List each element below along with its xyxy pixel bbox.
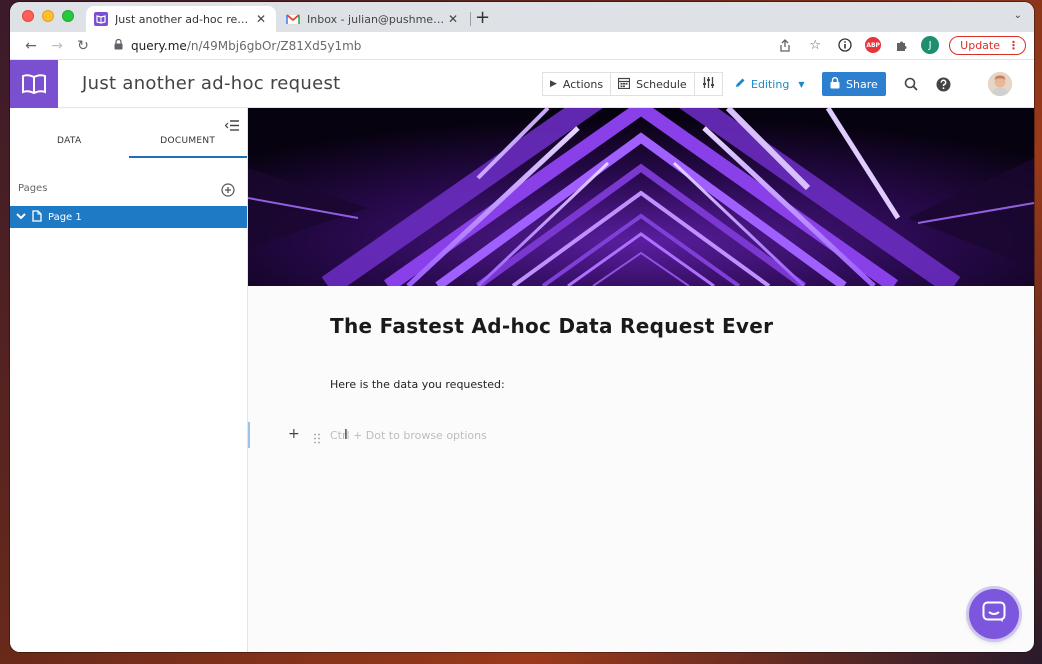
toolbar-group: ▶ Actions Schedule: [542, 72, 723, 96]
document-heading[interactable]: The Fastest Ad-hoc Data Request Ever: [330, 314, 773, 338]
drag-handle-icon[interactable]: [314, 429, 320, 448]
tab-divider: [470, 12, 471, 26]
chat-launcher-button[interactable]: [969, 589, 1019, 639]
app-header: Just another ad-hoc request ▶ Actions Sc…: [10, 60, 1034, 108]
share-page-icon[interactable]: [775, 35, 795, 55]
schedule-button[interactable]: Schedule: [611, 72, 695, 96]
tab-document[interactable]: DOCUMENT: [128, 128, 247, 158]
minimize-window-button[interactable]: [42, 10, 54, 22]
page-icon: [32, 209, 42, 225]
tab-title: Just another ad-hoc request |: [115, 12, 254, 26]
lock-icon: [830, 76, 840, 92]
cover-image: [248, 108, 1034, 286]
maximize-window-button[interactable]: [62, 10, 74, 22]
tab-title: Inbox - julian@pushmetrics.io -: [307, 12, 446, 26]
browser-window: Just another ad-hoc request | ✕ Inbox - …: [10, 2, 1034, 652]
chevron-down-icon[interactable]: ⌄: [1014, 10, 1022, 21]
tab-strip: Just another ad-hoc request | ✕ Inbox - …: [10, 2, 1034, 32]
update-button[interactable]: Update ⋮: [949, 35, 1026, 55]
settings-sliders-button[interactable]: [694, 72, 723, 96]
browser-tab-active[interactable]: Just another ad-hoc request | ✕: [86, 6, 276, 32]
url-path: /n/49Mbj6gbOr/Z81Xd5y1mb: [186, 38, 362, 53]
book-icon: [94, 12, 108, 26]
update-label: Update: [960, 38, 1000, 52]
search-icon[interactable]: [902, 75, 920, 93]
chevron-down-icon[interactable]: [16, 212, 26, 223]
page-label: Page 1: [48, 211, 82, 223]
address-bar: ← → ↻ query.me/n/49Mbj6gbOr/Z81Xd5y1mb ☆…: [10, 32, 1034, 60]
browser-tab-inbox[interactable]: Inbox - julian@pushmetrics.io - ✕: [278, 6, 468, 32]
editing-mode-dropdown[interactable]: Editing ▼: [735, 77, 804, 91]
adblock-icon[interactable]: ABP: [865, 37, 882, 53]
gmail-icon: [286, 12, 300, 26]
new-tab-icon[interactable]: +: [475, 7, 490, 28]
sidebar-item-page-1[interactable]: Page 1: [10, 206, 247, 228]
extensions-puzzle-icon[interactable]: [891, 35, 911, 55]
lock-icon: [114, 38, 123, 53]
editing-label: Editing: [751, 77, 790, 91]
empty-block-row: + Ctrl + Dot to browse options I: [248, 422, 1034, 448]
text-cursor-icon: I: [344, 428, 348, 443]
close-window-button[interactable]: [22, 10, 34, 22]
close-tab-icon[interactable]: ✕: [254, 12, 268, 26]
back-arrow-icon[interactable]: ←: [20, 38, 42, 54]
block-focus-marker: [248, 422, 250, 448]
document-paragraph[interactable]: Here is the data you requested:: [330, 378, 505, 391]
sidebar-tabs: DATA DOCUMENT: [10, 128, 247, 158]
sliders-icon: [702, 76, 715, 92]
play-icon: ▶: [550, 79, 557, 89]
document-title[interactable]: Just another ad-hoc request: [82, 73, 341, 94]
user-avatar[interactable]: [988, 72, 1012, 96]
add-page-icon[interactable]: [221, 182, 235, 201]
actions-button[interactable]: ▶ Actions: [542, 72, 612, 96]
info-icon[interactable]: [835, 35, 855, 55]
browser-toolbar-right: ☆ ABP J Update ⋮: [775, 35, 1026, 55]
book-logo-icon[interactable]: [10, 60, 58, 108]
schedule-label: Schedule: [636, 77, 687, 91]
share-button[interactable]: Share: [822, 72, 886, 96]
chat-icon: [982, 601, 1006, 627]
pages-heading: Pages: [18, 183, 48, 194]
profile-avatar[interactable]: J: [921, 36, 940, 54]
pencil-icon: [735, 77, 746, 91]
sidebar: DATA DOCUMENT Pages Page 1: [10, 108, 248, 652]
calendar-icon: [618, 77, 631, 92]
window-controls: [22, 10, 74, 22]
actions-label: Actions: [562, 77, 604, 91]
help-icon[interactable]: [934, 75, 952, 93]
close-tab-icon[interactable]: ✕: [446, 12, 460, 26]
url-field[interactable]: query.me/n/49Mbj6gbOr/Z81Xd5y1mb: [114, 38, 362, 53]
more-vert-icon: ⋮: [1008, 38, 1019, 52]
block-input[interactable]: Ctrl + Dot to browse options: [330, 429, 487, 442]
tab-data[interactable]: DATA: [10, 128, 129, 158]
bookmark-star-icon[interactable]: ☆: [805, 35, 825, 55]
url-host: query.me: [131, 38, 187, 53]
add-block-icon[interactable]: +: [288, 426, 300, 442]
share-label: Share: [846, 77, 878, 91]
forward-arrow-icon[interactable]: →: [46, 38, 68, 54]
caret-down-icon: ▼: [798, 79, 805, 89]
reload-icon[interactable]: ↻: [72, 38, 94, 54]
